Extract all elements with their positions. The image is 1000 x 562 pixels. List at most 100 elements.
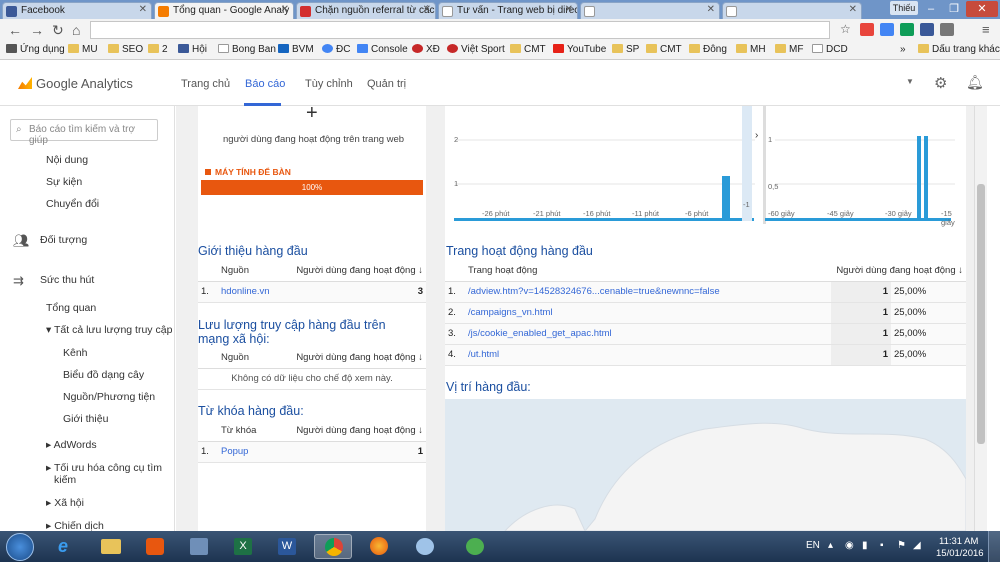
app-taskbar-icon[interactable] [180,534,218,559]
bookmark-folder[interactable]: CMT [646,44,682,55]
page-scrollbar[interactable] [974,106,987,531]
sidebar-item-channels[interactable]: Kênh [63,347,88,359]
clock-date[interactable]: 15/01/2016 [936,548,984,559]
chrome-tray-icon[interactable]: ◉ [845,540,854,551]
minimize-button[interactable]: – [920,1,942,17]
gear-icon[interactable]: ⚙ [934,74,947,92]
bookmark-folder[interactable]: MF [775,44,803,55]
scrollbar-thumb[interactable] [977,184,985,444]
maximize-button[interactable]: ❐ [943,1,965,17]
close-icon[interactable]: ✕ [707,4,715,15]
volume-icon[interactable]: ◢ [913,540,921,551]
tab-referral[interactable]: Chặn nguồn referral từ các ✕ [296,2,436,19]
bookmark-link[interactable]: BVM [278,44,314,55]
sidebar-item-events[interactable]: Sự kiện [46,176,82,188]
extension-icon[interactable] [860,23,874,36]
bell-icon[interactable]: 🔔︎ [966,74,984,91]
sidebar-item-adwords[interactable]: ▸ AdWords [46,439,97,451]
excel-taskbar-icon[interactable]: X [224,534,262,559]
clock-time[interactable]: 11:31 AM [939,536,978,547]
star-icon[interactable]: ☆ [840,22,851,36]
sidebar-item-campaigns[interactable]: ▸ Chiến dịch [46,520,104,531]
referral-link[interactable]: hdonline.vn [218,281,279,303]
home-icon[interactable]: ⌂ [72,22,80,38]
world-map[interactable] [445,399,967,531]
bookmarks-overflow[interactable]: » [900,44,906,55]
bookmark-apps[interactable]: Ứng dụng [6,44,65,55]
column-header[interactable]: Nguồn [218,348,261,369]
nav-customize[interactable]: Tùy chỉnh [305,78,353,90]
tab-blank[interactable]: ✕ [580,2,720,19]
close-icon[interactable]: ✕ [849,4,857,15]
bookmark-link[interactable]: ĐC [322,44,350,55]
bookmark-folder[interactable]: SEO [108,44,143,55]
sidebar-item-acquisition[interactable]: ⇉ Sức thu hút [13,273,94,288]
bookmark-link[interactable]: Bong Ban [218,44,276,55]
column-header[interactable]: Nguồn [218,261,279,282]
column-header[interactable]: Người dùng đang hoạt động ↓ [278,261,426,282]
bookmark-link[interactable]: Console [357,44,408,55]
close-window-button[interactable]: ✕ [966,1,998,17]
bookmark-link[interactable]: XĐ [412,44,440,55]
bookmark-link[interactable]: YouTube [553,44,606,55]
bookmark-folder[interactable]: MH [736,44,766,55]
show-desktop-button[interactable] [988,531,1000,562]
extension-icon[interactable] [920,23,934,36]
tab-google-analytics[interactable]: Tổng quan - Google Analy ✕ [154,2,294,19]
url-input[interactable] [90,21,830,39]
bookmark-folder[interactable]: CMT [510,44,546,55]
network-tray-icon[interactable]: ▮ [862,540,868,551]
reload-icon[interactable]: ↻ [52,22,64,39]
menu-icon[interactable]: ≡ [982,22,990,37]
nav-reports[interactable]: Báo cáo [245,78,285,90]
search-input[interactable]: ⌕ Báo cáo tìm kiếm và trợ giúp [10,119,158,146]
close-icon[interactable]: ✕ [565,4,573,15]
back-icon[interactable]: ← [8,22,22,38]
sidebar-item-content[interactable]: Nội dung [46,154,88,166]
ie-taskbar-icon[interactable]: e [48,534,86,559]
extension-icon[interactable] [880,23,894,36]
column-header[interactable]: Trang hoạt động [465,261,831,282]
column-header[interactable]: Người dùng đang hoạt động ↓ [260,348,426,369]
nav-admin[interactable]: Quản trị [367,78,406,90]
sidebar-item-all-traffic[interactable]: ▾ Tất cả lưu lượng truy cập [46,324,172,336]
tray-icon[interactable]: ▪ [880,540,884,551]
sidebar-item-referrals[interactable]: Giới thiệu [63,413,108,425]
bookmark-link[interactable]: Hội [178,44,207,55]
media-player-taskbar-icon[interactable] [136,534,174,559]
sidebar-item-conversions[interactable]: Chuyển đổi [46,198,99,210]
nav-home[interactable]: Trang chủ [181,78,230,90]
close-icon[interactable]: ✕ [423,4,431,15]
bookmark-folder[interactable]: SP [612,44,639,55]
page-link[interactable]: /campaigns_vn.html [465,302,831,324]
tray-arrow-icon[interactable]: ▴ [828,540,833,551]
sidebar-item-treemap[interactable]: Biểu đồ dạng cây [63,369,144,381]
firefox-taskbar-icon[interactable] [360,534,398,559]
chrome-taskbar-icon[interactable] [314,534,352,559]
sidebar-item-seo[interactable]: ▸ Tối ưu hóa công cụ tìm [46,462,162,474]
keyword-link[interactable]: Popup [218,441,268,463]
bookmark-folder[interactable]: Đông [689,44,727,55]
bookmark-folder[interactable]: 2 [148,44,168,55]
chevron-right-icon[interactable]: › [755,130,758,141]
close-icon[interactable]: ✕ [139,4,147,15]
sidebar-item-audience[interactable]: 👥︎ Đối tượng [13,233,87,248]
bookmark-link[interactable]: DCD [812,44,848,55]
account-dropdown-icon[interactable]: ▼ [906,77,914,86]
sidebar-item-overview[interactable]: Tổng quan [46,302,96,314]
ga-logo[interactable]: Google Analytics [18,76,133,91]
tab-blank-2[interactable]: ✕ [722,2,862,19]
page-link[interactable]: /adview.htm?v=14528324676...cenable=true… [465,281,831,303]
tab-tu-van[interactable]: Tư vấn - Trang web bị direc ✕ [438,2,578,19]
explorer-taskbar-icon[interactable] [92,534,130,559]
forward-icon[interactable]: → [30,22,44,38]
sidebar-item-source-medium[interactable]: Nguồn/Phương tiện [63,391,155,403]
bookmark-link[interactable]: Việt Sport [447,44,505,55]
page-link[interactable]: /js/cookie_enabled_get_apac.html [465,323,831,345]
extension-icon[interactable] [940,23,954,36]
bookmark-folder[interactable]: MU [68,44,98,55]
extension-icon[interactable] [900,23,914,36]
sidebar-item-seo-cont[interactable]: kiếm [54,474,76,486]
flag-icon[interactable]: ⚑ [897,540,906,551]
column-header[interactable]: Từ khóa [218,421,268,442]
